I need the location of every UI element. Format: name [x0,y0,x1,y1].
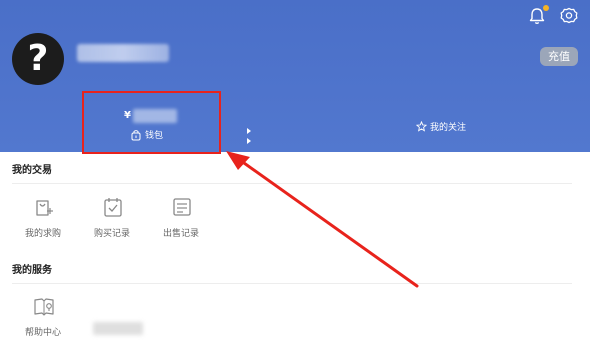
notification-dot [543,5,549,11]
shopping-bag-plus-icon[interactable] [33,196,55,218]
trade-divider [12,183,572,184]
wallet-highlight-box[interactable] [82,91,221,154]
help-book-icon[interactable] [33,296,55,318]
purchase-record-label[interactable]: 购买记录 [94,226,130,239]
service-section-title: 我的服务 [12,265,52,276]
gear-icon[interactable] [559,6,579,26]
help-center-label[interactable]: 帮助中心 [25,325,61,338]
service-item-redacted [93,322,143,335]
my-purchase-request-label[interactable]: 我的求购 [25,226,61,239]
service-divider [12,283,572,284]
username-redacted [77,44,169,62]
sales-record-label[interactable]: 出售记录 [163,226,199,239]
recharge-button[interactable]: 充值 [540,47,578,66]
avatar[interactable]: ? [12,33,64,85]
calendar-check-icon[interactable] [102,196,124,218]
sales-record-icon[interactable] [171,196,193,218]
star-icon [416,121,427,132]
divider-arrows-icon [247,128,251,144]
trade-section-title: 我的交易 [12,165,52,176]
my-follow-label[interactable]: 我的关注 [430,120,466,133]
